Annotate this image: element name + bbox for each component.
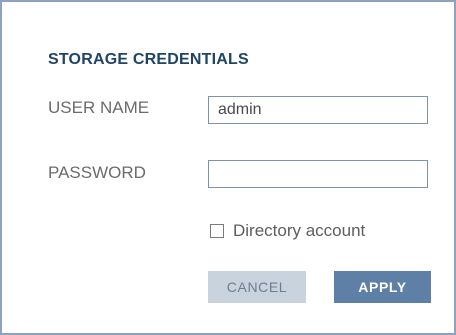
apply-button[interactable]: APPLY bbox=[334, 271, 431, 303]
directory-account-checkbox[interactable] bbox=[210, 224, 224, 238]
password-input[interactable] bbox=[208, 160, 428, 188]
username-label: USER NAME bbox=[48, 98, 150, 117]
username-input[interactable] bbox=[208, 96, 428, 124]
directory-account-label[interactable]: Directory account bbox=[233, 221, 365, 241]
dialog-title: STORAGE CREDENTIALS bbox=[48, 51, 249, 68]
storage-credentials-dialog: STORAGE CREDENTIALS USER NAME PASSWORD D… bbox=[0, 0, 456, 335]
directory-account-option[interactable]: Directory account bbox=[210, 220, 365, 242]
cancel-button[interactable]: CANCEL bbox=[208, 271, 306, 303]
password-label: PASSWORD bbox=[48, 163, 146, 182]
